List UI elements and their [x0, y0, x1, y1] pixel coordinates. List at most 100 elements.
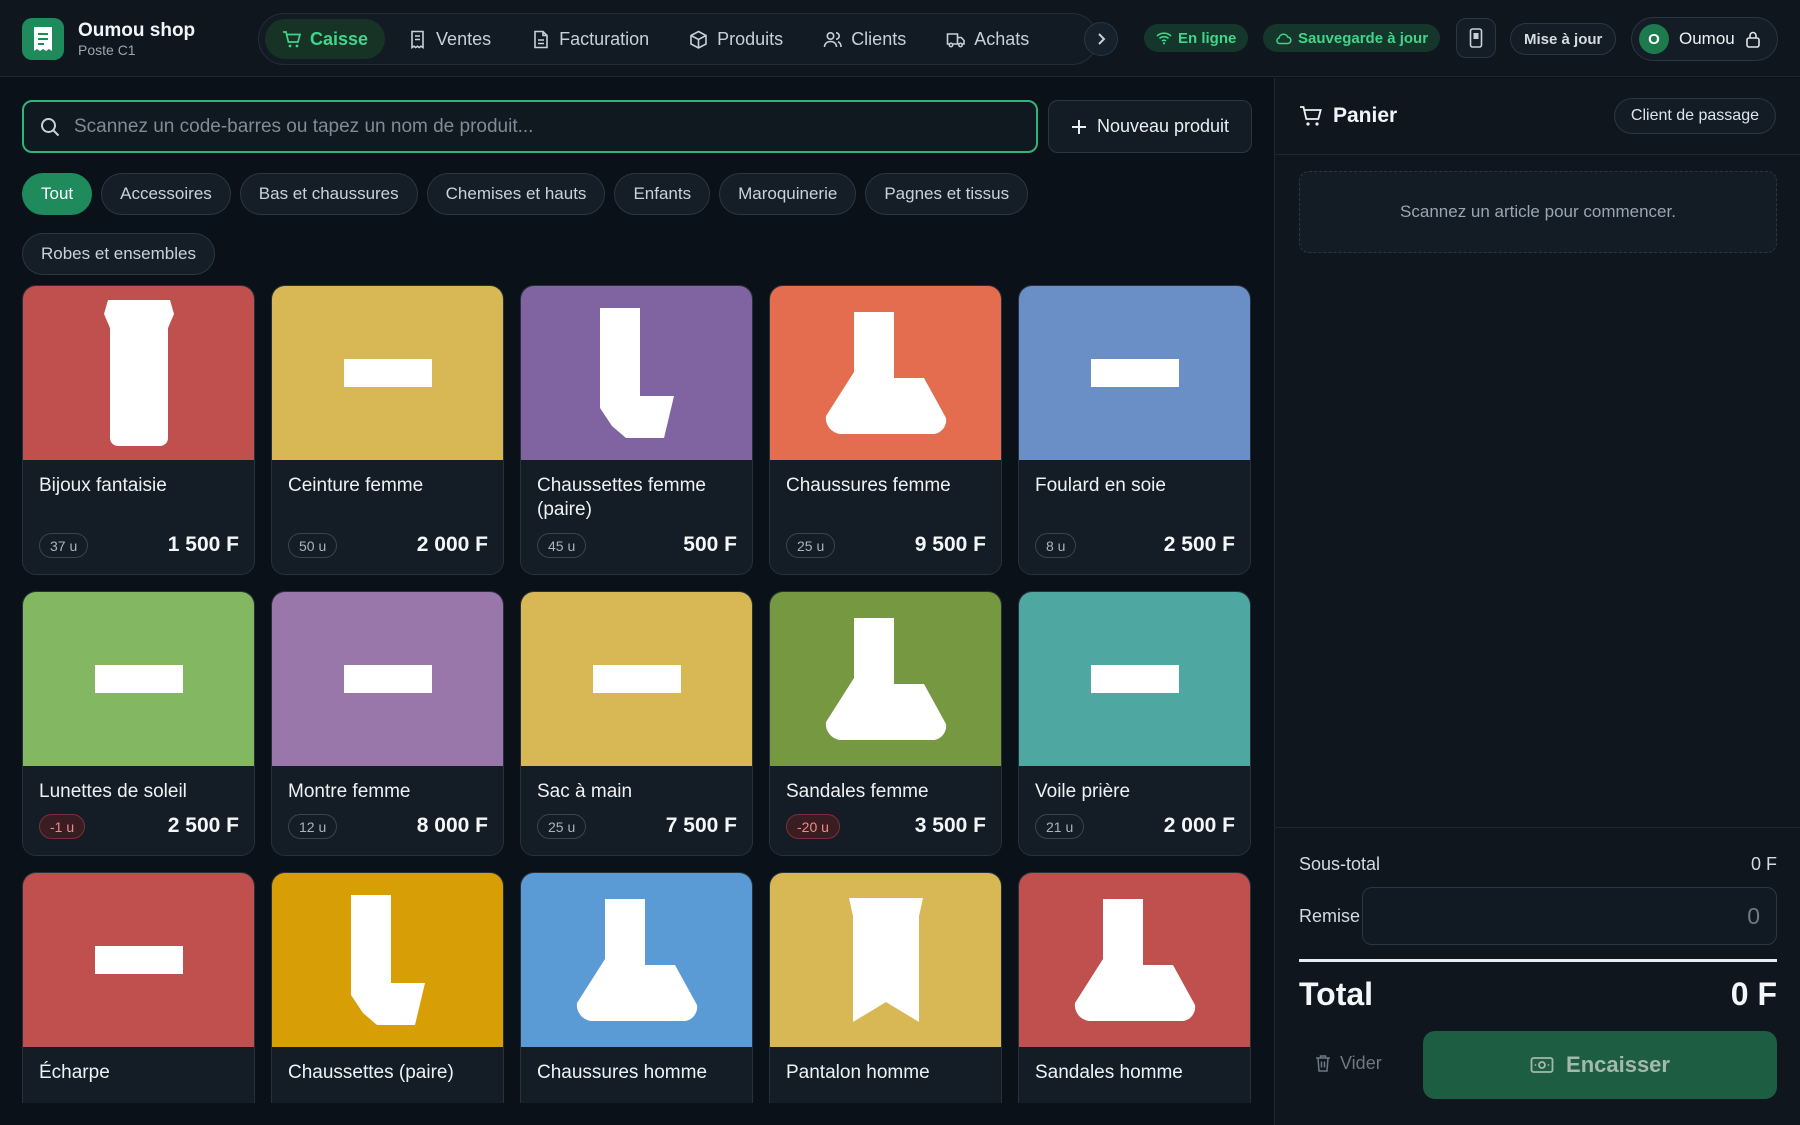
lock-icon [1745, 31, 1760, 48]
product-price: 2 500 F [1163, 533, 1235, 556]
product-price: 2 000 F [1163, 814, 1235, 837]
category-chip[interactable]: Robes et ensembles [22, 233, 215, 275]
category-chip[interactable]: Enfants [614, 173, 711, 215]
product-price: 9 500 F [914, 533, 986, 556]
product-card[interactable]: Chaussures homme [520, 872, 753, 1103]
product-card[interactable]: Chaussettes (paire) [271, 872, 504, 1103]
category-chip[interactable]: Pagnes et tissus [865, 173, 1029, 215]
online-status-label: En ligne [1178, 29, 1237, 47]
product-name: Écharpe [39, 1062, 110, 1083]
cart-summary: Sous-total 0 F Remise Total 0 F Vider En… [1275, 827, 1800, 1125]
boot-product-icon [770, 286, 1001, 460]
stock-badge: 12 u [288, 814, 338, 839]
product-card[interactable]: Lunettes de soleil -1 u 2 500 F [22, 591, 255, 856]
product-name: Chaussettes (paire) [288, 1062, 454, 1083]
product-name: Voile prière [1035, 781, 1131, 802]
total-label: Total [1299, 976, 1374, 1012]
product-card[interactable]: Ceinture femme 50 u 2 000 F [271, 285, 504, 575]
product-card[interactable]: Sandales homme [1018, 872, 1251, 1103]
category-chip[interactable]: Accessoires [101, 173, 231, 215]
product-price: 8 000 F [416, 814, 488, 837]
tab-label: Facturation [559, 28, 650, 49]
main-navigation: Caisse Ventes Facturation Produits Clients Ac… [258, 13, 1098, 65]
sock-product-icon [521, 286, 752, 460]
jar-product-icon [23, 286, 254, 460]
tab-produits[interactable]: Produits [672, 19, 800, 59]
cart-panel: Panier Client de passage Scannez un arti… [1274, 78, 1800, 1125]
product-name: Bijoux fantaisie [39, 475, 167, 496]
total-divider [1299, 959, 1777, 962]
bar-product-icon [272, 592, 503, 766]
top-bar: Oumou shop Poste C1 Caisse Ventes Facturat… [0, 0, 1800, 77]
category-chip[interactable]: Bas et chaussures [239, 173, 418, 215]
stock-badge: 21 u [1035, 814, 1085, 839]
bar-product-icon [1019, 286, 1250, 460]
product-name: Montre femme [288, 781, 411, 802]
product-card[interactable]: Chaussettes femme (paire) 45 u 500 F [520, 285, 753, 575]
tab-label: Ventes [436, 28, 492, 49]
stock-badge: 37 u [39, 533, 89, 558]
tab-clients[interactable]: Clients [806, 19, 923, 59]
customer-select-button[interactable]: Client de passage [1613, 98, 1776, 134]
user-menu[interactable]: O Oumou [1631, 17, 1778, 61]
product-price: 2 000 F [416, 533, 488, 556]
pants-product-icon [770, 873, 1001, 1047]
tab-caisse[interactable]: Caisse [265, 19, 386, 59]
search-input[interactable] [74, 115, 1036, 138]
product-card[interactable]: Montre femme 12 u 8 000 F [271, 591, 504, 856]
product-price: 1 500 F [167, 533, 239, 556]
product-price: 3 500 F [914, 814, 986, 837]
search-box[interactable] [22, 100, 1038, 153]
stock-badge: -1 u [39, 814, 86, 839]
checkout-button[interactable]: Encaisser [1423, 1031, 1777, 1099]
bar-product-icon [272, 286, 503, 460]
wifi-icon [1156, 32, 1172, 45]
backup-status-label: Sauvegarde à jour [1298, 29, 1429, 47]
boot-product-icon [770, 592, 1001, 766]
cloud-icon [1276, 32, 1292, 44]
checkout-label: Encaisser [1566, 1052, 1670, 1077]
new-product-button[interactable]: Nouveau produit [1048, 100, 1252, 153]
tab-ventes[interactable]: Ventes [391, 19, 508, 59]
product-name: Chaussures homme [537, 1062, 708, 1083]
receipt-logo-icon [22, 18, 64, 60]
discount-field[interactable] [1362, 887, 1777, 945]
nav-scroll-right-button[interactable] [1084, 22, 1118, 56]
product-price: 2 500 F [167, 814, 239, 837]
stock-badge: 25 u [537, 814, 587, 839]
tab-facturation[interactable]: Facturation [514, 19, 666, 59]
product-card[interactable]: Foulard en soie 8 u 2 500 F [1018, 285, 1251, 575]
sock-product-icon [272, 873, 503, 1047]
category-chip[interactable]: Chemises et hauts [426, 173, 606, 215]
category-chip[interactable]: Maroquinerie [719, 173, 857, 215]
cart-icon [1300, 106, 1322, 126]
bar-product-icon [1019, 592, 1250, 766]
catalog-panel: Nouveau produit ToutAccessoiresBas et ch… [0, 78, 1274, 1103]
discount-input[interactable] [1363, 888, 1776, 944]
product-card[interactable]: Sandales femme -20 u 3 500 F [769, 591, 1002, 856]
total-value: 0 F [1730, 976, 1777, 1012]
product-price: 7 500 F [665, 814, 737, 837]
chevron-right-icon [1098, 33, 1106, 45]
clear-cart-label: Vider [1340, 1052, 1382, 1073]
product-card[interactable]: Sac à main 25 u 7 500 F [520, 591, 753, 856]
product-card[interactable]: Pantalon homme [769, 872, 1002, 1103]
search-icon [41, 117, 60, 136]
plus-icon [1071, 119, 1086, 134]
update-button[interactable]: Mise à jour [1510, 23, 1617, 55]
product-card[interactable]: Voile prière 21 u 2 000 F [1018, 591, 1251, 856]
subtotal-value: 0 F [1750, 854, 1777, 874]
receipt-icon [411, 30, 424, 49]
product-name: Chaussettes femme (paire) [537, 475, 706, 520]
product-card[interactable]: Bijoux fantaisie 37 u 1 500 F [22, 285, 255, 575]
category-chip[interactable]: Tout [22, 173, 93, 215]
clear-cart-button[interactable]: Vider [1315, 1040, 1382, 1086]
tab-achats[interactable]: Achats [929, 19, 1046, 59]
stock-badge: 45 u [537, 533, 587, 558]
product-card[interactable]: Chaussures femme 25 u 9 500 F [769, 285, 1002, 575]
online-status-badge: En ligne [1144, 24, 1249, 52]
device-button[interactable] [1456, 18, 1496, 58]
product-card[interactable]: Écharpe [22, 872, 255, 1103]
stock-badge: 8 u [1035, 533, 1077, 558]
document-icon [534, 30, 548, 48]
